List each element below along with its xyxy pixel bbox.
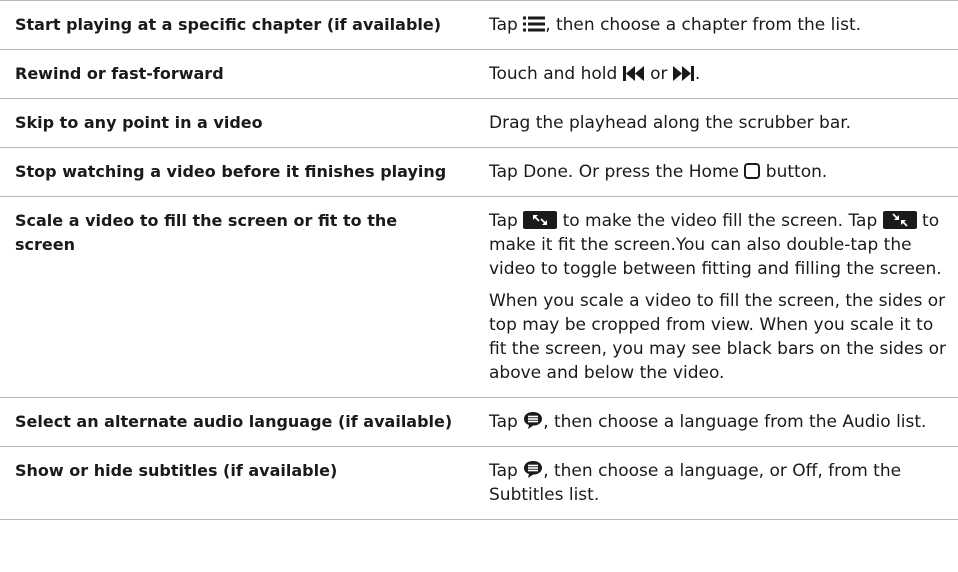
table-row: Skip to any point in a video Drag the pla… [0,99,958,148]
video-controls-table: Start playing at a specific chapter (if … [0,0,958,520]
fast-forward-icon [672,65,695,82]
instruction-text: Touch and hold or . [489,64,701,84]
table-row: Start playing at a specific chapter (if … [0,1,958,50]
action-cell: Stop watching a video before it finishes… [15,162,447,181]
table-row: Show or hide subtitles (if available) Tap… [0,447,958,520]
fill-screen-icon [523,211,558,229]
speech-bubble-icon [523,460,543,479]
instruction-text: Tap to make the video fill the screen. T… [489,211,942,279]
table-row: Scale a video to fill the screen or fit … [0,197,958,398]
instruction-cell: Touch and hold or . [474,50,958,98]
instruction-cell: Tap to make the video fill the screen. T… [474,197,958,397]
table-row: Select an alternate audio language (if a… [0,398,958,447]
instruction-text: Drag the playhead along the scrubber bar… [489,113,852,133]
instruction-cell: Drag the playhead along the scrubber bar… [474,99,958,147]
fit-screen-icon [882,211,917,229]
instruction-text: When you scale a video to fill the scree… [489,291,947,383]
action-cell: Select an alternate audio language (if a… [15,412,453,431]
action-cell: Rewind or fast-forward [15,64,224,83]
instruction-cell: Tap , then choose a language from the Au… [474,398,958,446]
instruction-text: Tap Done. Or press the Home button. [489,162,828,182]
instruction-text: Tap , then choose a language, or Off, fr… [489,460,902,505]
action-cell: Show or hide subtitles (if available) [15,461,338,480]
table-row: Stop watching a video before it finishes… [0,148,958,197]
rewind-icon [622,65,645,82]
instruction-cell: Tap , then choose a language, or Off, fr… [474,447,958,519]
home-icon [744,163,761,179]
speech-bubble-icon [523,411,543,430]
chapters-icon [523,16,546,33]
action-cell: Skip to any point in a video [15,113,263,132]
instruction-cell: Tap Done. Or press the Home button. [474,148,958,196]
instruction-cell: Tap , then choose a chapter from the lis… [474,1,958,49]
table-row: Rewind or fast-forward Touch and hold or … [0,50,958,99]
instruction-text: Tap , then choose a language from the Au… [489,411,927,432]
instruction-text: Tap , then choose a chapter from the lis… [489,15,862,35]
action-cell: Start playing at a specific chapter (if … [15,15,442,34]
action-cell: Scale a video to fill the screen or fit … [15,211,398,254]
